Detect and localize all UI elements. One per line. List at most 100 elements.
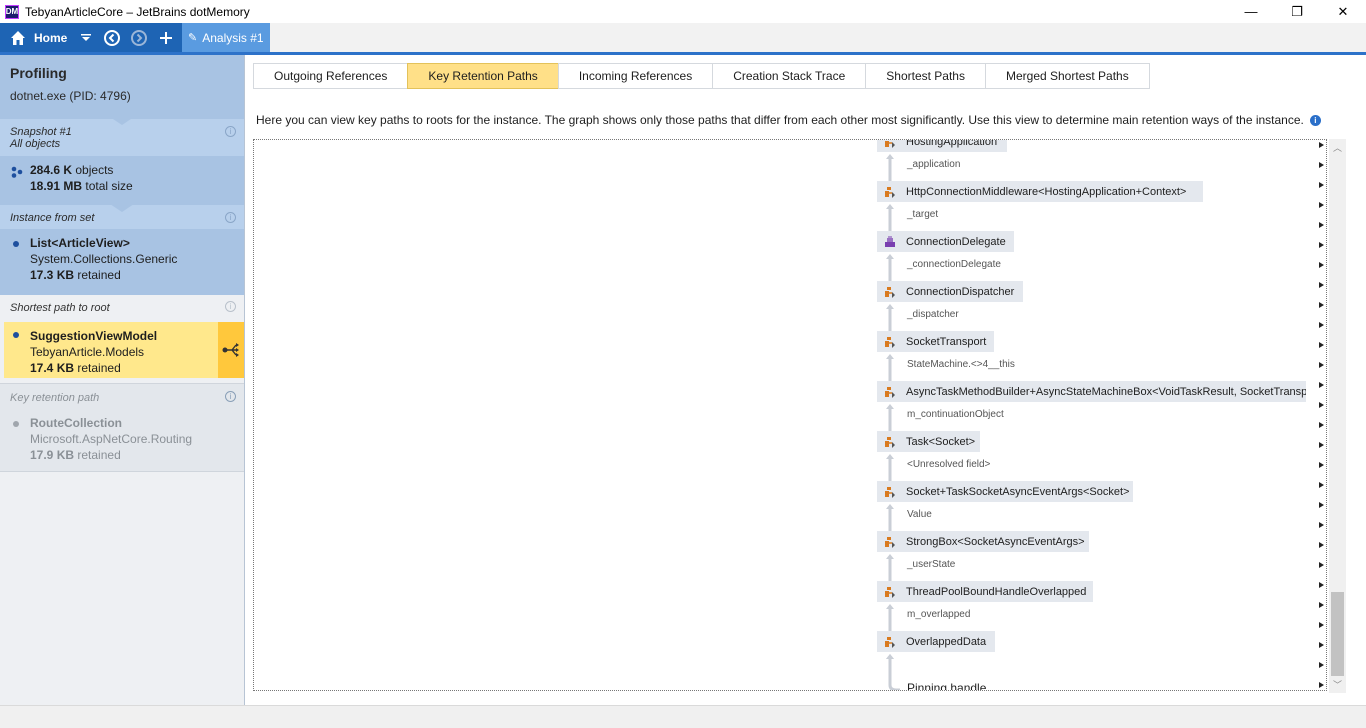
key-retention-section[interactable]: RouteCollection Microsoft.AspNetCore.Rou… [0, 409, 244, 472]
section-notch [110, 204, 134, 212]
tab-key-retention-paths[interactable]: Key Retention Paths [407, 63, 559, 89]
instance-header-label: Instance from set [10, 212, 95, 224]
tab-outgoing-references[interactable]: Outgoing References [253, 63, 409, 89]
graph-edge-arrow [886, 554, 894, 559]
expand-arrow-icon[interactable] [1319, 182, 1324, 188]
graph-edge-arrow [886, 604, 894, 609]
dotmemory-logo-icon: DM [5, 4, 19, 19]
info-icon[interactable]: i [225, 301, 236, 312]
maximize-button[interactable]: ❐ [1274, 0, 1320, 23]
back-button[interactable] [102, 28, 122, 48]
forward-arrow-icon [131, 30, 147, 46]
graph-edge-arrow [886, 304, 894, 309]
expand-arrow-icon[interactable] [1319, 522, 1324, 528]
graph-node[interactable]: Task<Socket> [877, 431, 980, 452]
graph-node-label: ConnectionDispatcher [906, 285, 1015, 298]
graph-node-label: HostingApplication [906, 139, 998, 148]
shortest-path-type: SuggestionViewModel [30, 329, 158, 343]
expand-arrow-icon[interactable] [1319, 262, 1324, 268]
shortest-path-item[interactable]: SuggestionViewModel TebyanArticle.Models… [4, 322, 244, 378]
expand-arrow-icon[interactable] [1319, 242, 1324, 248]
scroll-thumb[interactable] [1331, 592, 1344, 676]
expand-arrow-icon[interactable] [1319, 202, 1324, 208]
info-icon[interactable]: i [225, 212, 236, 223]
profiling-title: Profiling [10, 65, 67, 81]
expand-arrow-icon[interactable] [1319, 382, 1324, 388]
snapshot-section[interactable]: Snapshot #1 All objects i 284.6 K object… [0, 119, 244, 205]
expand-arrow-icon[interactable] [1319, 482, 1324, 488]
graph-node[interactable]: OverlappedData [877, 631, 995, 652]
vertical-scrollbar[interactable]: ︿ ﹀ [1329, 139, 1346, 693]
graph-node[interactable]: ThreadPoolBoundHandleOverlapped [877, 581, 1093, 602]
add-button[interactable] [156, 28, 176, 48]
tab-creation-stack-trace[interactable]: Creation Stack Trace [712, 63, 867, 89]
expand-arrow-icon[interactable] [1319, 162, 1324, 168]
retention-graph[interactable]: HostingApplication HttpConnectionMiddlewa… [253, 139, 1327, 691]
edge-label: m_continuationObject [907, 409, 1004, 420]
home-dropdown-icon[interactable] [76, 23, 96, 52]
tab-shortest-paths[interactable]: Shortest Paths [865, 63, 986, 89]
graph-node[interactable]: ConnectionDelegate [877, 231, 1014, 252]
graph-node[interactable]: StrongBox<SocketAsyncEventArgs> [877, 531, 1089, 552]
main-panel: Outgoing References Key Retention Paths In… [245, 55, 1366, 705]
graph-node-label: Task<Socket> [906, 435, 976, 448]
expand-arrow-icon[interactable] [1319, 462, 1324, 468]
expand-arrow-icon[interactable] [1319, 622, 1324, 628]
expand-arrow-icon[interactable] [1319, 442, 1324, 448]
home-button[interactable]: Home [0, 23, 96, 52]
expand-arrow-icon[interactable] [1319, 642, 1324, 648]
edge-label: _application [907, 159, 961, 170]
instance-section[interactable]: Instance from set i List<ArticleView> Sy… [0, 205, 244, 295]
graph-node[interactable]: HttpConnectionMiddleware<HostingApplicat… [877, 181, 1203, 202]
graph-node-label: AsyncTaskMethodBuilder+AsyncStateMachine… [906, 385, 1306, 398]
graph-node[interactable]: Socket+TaskSocketAsyncEventArgs<Socket> [877, 481, 1133, 502]
expand-arrow-icon[interactable] [1319, 582, 1324, 588]
shortest-path-namespace: TebyanArticle.Models [30, 345, 145, 359]
scroll-down-icon[interactable]: ﹀ [1329, 676, 1346, 693]
expand-arrow-icon[interactable] [1319, 402, 1324, 408]
expand-arrow-icon[interactable] [1319, 602, 1324, 608]
scroll-up-icon[interactable]: ︿ [1329, 139, 1346, 156]
expand-arrow-icon[interactable] [1319, 422, 1324, 428]
expand-arrow-icon[interactable] [1319, 342, 1324, 348]
title-bar: DM TebyanArticleCore – JetBrains dotMemo… [0, 0, 1366, 23]
analysis-tab[interactable]: ✎ Analysis #1 [182, 23, 270, 52]
expand-arrow-icon[interactable] [1319, 302, 1324, 308]
key-retention-retained-label: retained [77, 448, 121, 462]
bullet-icon [13, 241, 19, 247]
graph-node[interactable]: ConnectionDispatcher [877, 281, 1023, 302]
objects-label: objects [75, 163, 114, 177]
forward-button[interactable] [129, 28, 149, 48]
info-icon[interactable]: i [225, 126, 236, 137]
class-icon [883, 585, 897, 599]
expand-arrow-icon[interactable] [1319, 662, 1324, 668]
instance-type: List<ArticleView> [30, 236, 130, 250]
graph-node[interactable]: SocketTransport [877, 331, 994, 352]
expand-arrow-icon[interactable] [1319, 562, 1324, 568]
open-graph-button[interactable] [218, 322, 244, 378]
expand-arrow-icon[interactable] [1319, 322, 1324, 328]
graph-node[interactable]: HostingApplication [877, 139, 1007, 152]
tab-merged-shortest-paths[interactable]: Merged Shortest Paths [984, 63, 1150, 89]
close-button[interactable]: ✕ [1320, 0, 1366, 23]
expand-arrow-icon[interactable] [1319, 682, 1324, 688]
expand-arrow-icon[interactable] [1319, 222, 1324, 228]
info-icon[interactable]: i [1309, 114, 1321, 126]
tab-incoming-references[interactable]: Incoming References [557, 63, 714, 89]
key-retention-item: RouteCollection Microsoft.AspNetCore.Rou… [0, 409, 244, 469]
key-retention-header: Key retention path i [0, 383, 244, 409]
total-size-label: total size [85, 179, 133, 193]
expand-arrow-icon[interactable] [1319, 142, 1324, 148]
edge-label: _dispatcher [907, 309, 959, 320]
expand-arrow-icon[interactable] [1319, 502, 1324, 508]
key-retention-type: RouteCollection [30, 416, 122, 430]
class-icon [883, 485, 897, 499]
expand-arrow-icon[interactable] [1319, 282, 1324, 288]
minimize-button[interactable]: — [1228, 0, 1274, 23]
expand-arrow-icon[interactable] [1319, 542, 1324, 548]
edge-label: m_overlapped [907, 609, 971, 620]
graph-node[interactable]: AsyncTaskMethodBuilder+AsyncStateMachine… [877, 381, 1306, 402]
info-icon[interactable]: i [225, 391, 236, 402]
graph-edge-arrow [886, 204, 894, 209]
expand-arrow-icon[interactable] [1319, 362, 1324, 368]
